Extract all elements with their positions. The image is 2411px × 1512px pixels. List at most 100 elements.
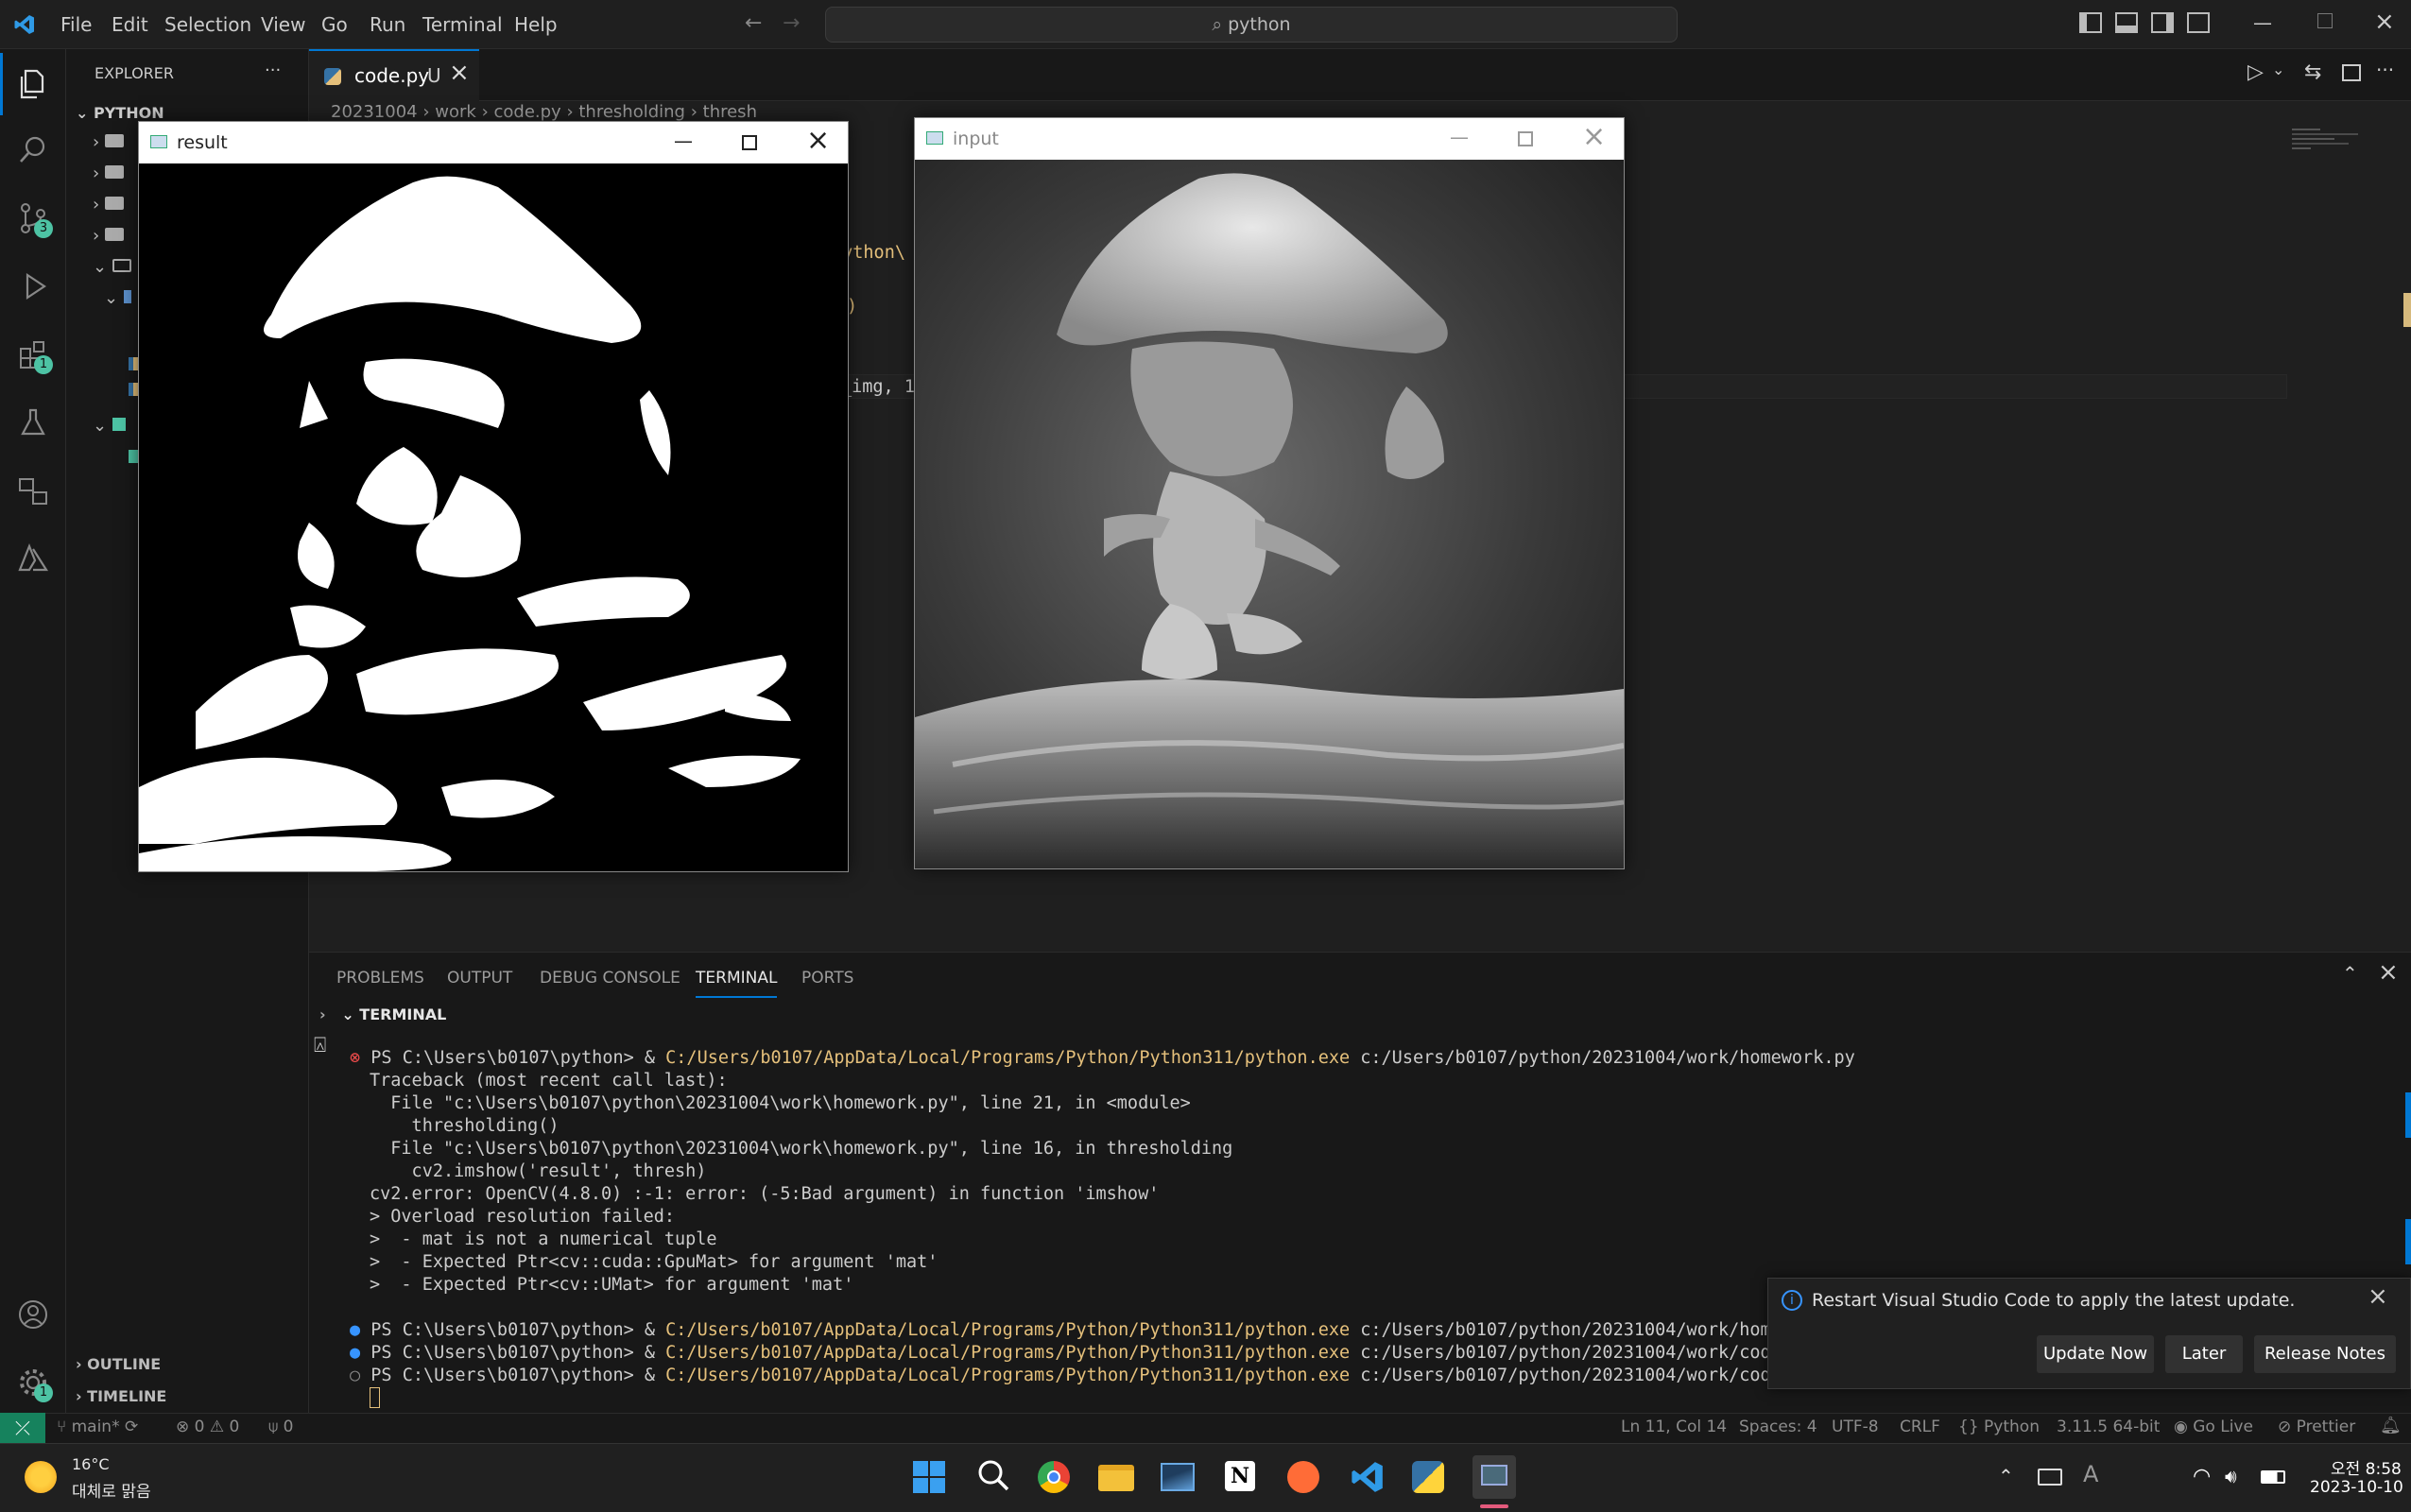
tab-terminal[interactable]: TERMINAL bbox=[696, 958, 778, 998]
close-panel-icon[interactable]: × bbox=[2378, 958, 2399, 987]
clock-time[interactable]: 오전 8:58 bbox=[2331, 1455, 2402, 1479]
toggle-sidebar-icon[interactable] bbox=[2079, 12, 2102, 33]
minimize-icon[interactable]: — bbox=[674, 120, 693, 162]
breadcrumb-folder[interactable]: 20231004 bbox=[331, 102, 418, 122]
clock-date[interactable]: 2023-10-10 bbox=[2310, 1478, 2403, 1497]
later-button[interactable]: Later bbox=[2165, 1335, 2243, 1373]
workspace-root[interactable]: ⌄ PYTHON bbox=[76, 104, 164, 122]
breadcrumb-variable[interactable]: thresh bbox=[703, 102, 757, 122]
minimize-icon[interactable]: — bbox=[2253, 11, 2272, 34]
menu-help[interactable]: Help bbox=[514, 0, 558, 49]
close-window-icon[interactable]: × bbox=[2374, 8, 2395, 36]
run-dropdown-chevron-icon[interactable]: ⌄ bbox=[2272, 60, 2284, 78]
weather-desc[interactable]: 대체로 맑음 bbox=[72, 1478, 151, 1502]
remote-explorer-icon[interactable] bbox=[0, 457, 66, 524]
restore-icon[interactable] bbox=[2317, 13, 2333, 28]
remote-indicator[interactable]: ⤫ bbox=[0, 1413, 45, 1443]
go-live[interactable]: ◉ Go Live bbox=[2174, 1418, 2253, 1436]
testing-flask-icon[interactable] bbox=[0, 389, 66, 455]
close-icon[interactable]: × bbox=[1582, 116, 1606, 158]
input-window-titlebar[interactable]: input — × bbox=[915, 118, 1624, 160]
menu-selection[interactable]: Selection bbox=[164, 0, 251, 49]
cursor-position[interactable]: Ln 11, Col 14 bbox=[1621, 1418, 1727, 1436]
update-now-button[interactable]: Update Now bbox=[2037, 1335, 2154, 1373]
extensions-icon[interactable]: 1 bbox=[0, 321, 66, 387]
start-windows-icon[interactable] bbox=[913, 1461, 945, 1493]
compare-changes-icon[interactable]: ⇆ bbox=[2304, 60, 2321, 84]
taskbar-search-icon[interactable] bbox=[975, 1457, 1011, 1497]
notification-close-icon[interactable]: × bbox=[2368, 1282, 2388, 1311]
indentation[interactable]: Spaces: 4 bbox=[1739, 1418, 1817, 1436]
vscode-taskbar-icon[interactable] bbox=[1350, 1459, 1386, 1499]
minimize-icon[interactable]: — bbox=[1450, 116, 1469, 158]
split-editor-icon[interactable] bbox=[2342, 64, 2361, 81]
ime-icon[interactable]: A bbox=[2083, 1461, 2098, 1487]
command-center-search[interactable]: ⌕ python bbox=[825, 7, 1678, 43]
menu-view[interactable]: View bbox=[261, 0, 305, 49]
breadcrumb-folder[interactable]: work bbox=[435, 102, 476, 122]
forward-arrow-icon[interactable]: → bbox=[783, 11, 800, 35]
maximize-icon[interactable] bbox=[1518, 131, 1533, 146]
line-ending[interactable]: CRLF bbox=[1900, 1418, 1940, 1436]
python-taskbar-icon[interactable] bbox=[1412, 1461, 1444, 1493]
python-interpreter[interactable]: 3.11.5 64-bit bbox=[2057, 1418, 2160, 1436]
timeline-section[interactable]: › TIMELINE bbox=[76, 1387, 166, 1405]
outline-section[interactable]: › OUTLINE bbox=[76, 1355, 161, 1373]
volume-icon[interactable]: 🔊︎ bbox=[2225, 1465, 2237, 1487]
notifications-bell-icon[interactable]: 🔔︎ bbox=[2380, 1416, 2402, 1435]
ports-indicator[interactable]: ⍦ 0 bbox=[268, 1418, 293, 1436]
breadcrumb-function[interactable]: thresholding bbox=[578, 102, 685, 122]
tab-ports[interactable]: PORTS bbox=[801, 958, 853, 998]
photos-icon[interactable] bbox=[1161, 1463, 1195, 1491]
close-icon[interactable]: × bbox=[806, 120, 830, 162]
customize-layout-icon[interactable] bbox=[2187, 12, 2210, 33]
problems-indicator[interactable]: ⊗ 0 ⚠ 0 bbox=[176, 1418, 239, 1436]
terminal-output[interactable]: ⊗ PS C:\Users\b0107\python> & C:/Users/b… bbox=[350, 1047, 1855, 1408]
language-mode[interactable]: {} Python bbox=[1958, 1418, 2040, 1436]
run-file-icon[interactable]: ▷ bbox=[2247, 60, 2264, 84]
editor-more-icon[interactable]: ··· bbox=[2376, 59, 2394, 81]
maximize-panel-icon[interactable]: ⌃ bbox=[2342, 962, 2358, 985]
toggle-panel-icon[interactable] bbox=[2115, 12, 2138, 33]
breadcrumb-file[interactable]: code.py bbox=[494, 102, 561, 122]
terminal-section-header[interactable]: › ⌄ TERMINAL bbox=[319, 1005, 446, 1023]
postman-icon[interactable] bbox=[1287, 1461, 1319, 1493]
back-arrow-icon[interactable]: ← bbox=[745, 11, 762, 35]
notion-icon[interactable]: N bbox=[1225, 1461, 1255, 1491]
menu-go[interactable]: Go bbox=[321, 0, 348, 49]
keyboard-icon[interactable] bbox=[2038, 1469, 2062, 1486]
run-debug-icon[interactable] bbox=[0, 253, 66, 319]
tab-debug-console[interactable]: DEBUG CONSOLE bbox=[540, 958, 680, 998]
explorer-icon[interactable] bbox=[0, 51, 66, 117]
tab-output[interactable]: OUTPUT bbox=[447, 958, 512, 998]
input-window[interactable]: input — × bbox=[914, 117, 1625, 869]
account-icon[interactable] bbox=[0, 1281, 66, 1348]
opencv-taskbar-icon[interactable] bbox=[1472, 1455, 1516, 1499]
menu-edit[interactable]: Edit bbox=[112, 0, 148, 49]
source-control-icon[interactable]: 3 bbox=[0, 185, 66, 251]
menu-run[interactable]: Run bbox=[370, 0, 405, 49]
search-icon[interactable] bbox=[0, 117, 66, 183]
result-window-titlebar[interactable]: result — × bbox=[139, 122, 848, 163]
weather-temp[interactable]: 16°C bbox=[72, 1455, 110, 1473]
menu-file[interactable]: File bbox=[60, 0, 92, 49]
tab-problems[interactable]: PROBLEMS bbox=[336, 958, 424, 998]
manage-gear-icon[interactable]: 1 bbox=[0, 1349, 66, 1416]
maximize-icon[interactable] bbox=[742, 135, 757, 150]
azure-icon[interactable] bbox=[0, 525, 66, 592]
result-window[interactable]: result — × bbox=[138, 121, 849, 872]
explorer-more-icon[interactable]: ··· bbox=[265, 60, 281, 80]
toggle-secondary-sidebar-icon[interactable] bbox=[2151, 12, 2174, 33]
menu-terminal[interactable]: Terminal bbox=[422, 0, 503, 49]
git-branch[interactable]: ⑂ main* ⟳ bbox=[57, 1418, 138, 1436]
release-notes-button[interactable]: Release Notes bbox=[2254, 1335, 2396, 1373]
tab-code-py[interactable]: code.py U × bbox=[309, 49, 479, 102]
show-hidden-icons-chevron-icon[interactable]: ⌃ bbox=[1998, 1465, 2014, 1487]
battery-icon[interactable] bbox=[2261, 1470, 2285, 1484]
tab-close-icon[interactable]: × bbox=[449, 59, 470, 87]
wifi-icon[interactable]: ◠ bbox=[2193, 1465, 2211, 1488]
prettier[interactable]: ⊘ Prettier bbox=[2278, 1418, 2355, 1436]
folder-row[interactable]: ⌄ bbox=[93, 416, 126, 436]
file-explorer-icon[interactable] bbox=[1098, 1465, 1134, 1491]
chrome-icon[interactable] bbox=[1038, 1461, 1070, 1493]
